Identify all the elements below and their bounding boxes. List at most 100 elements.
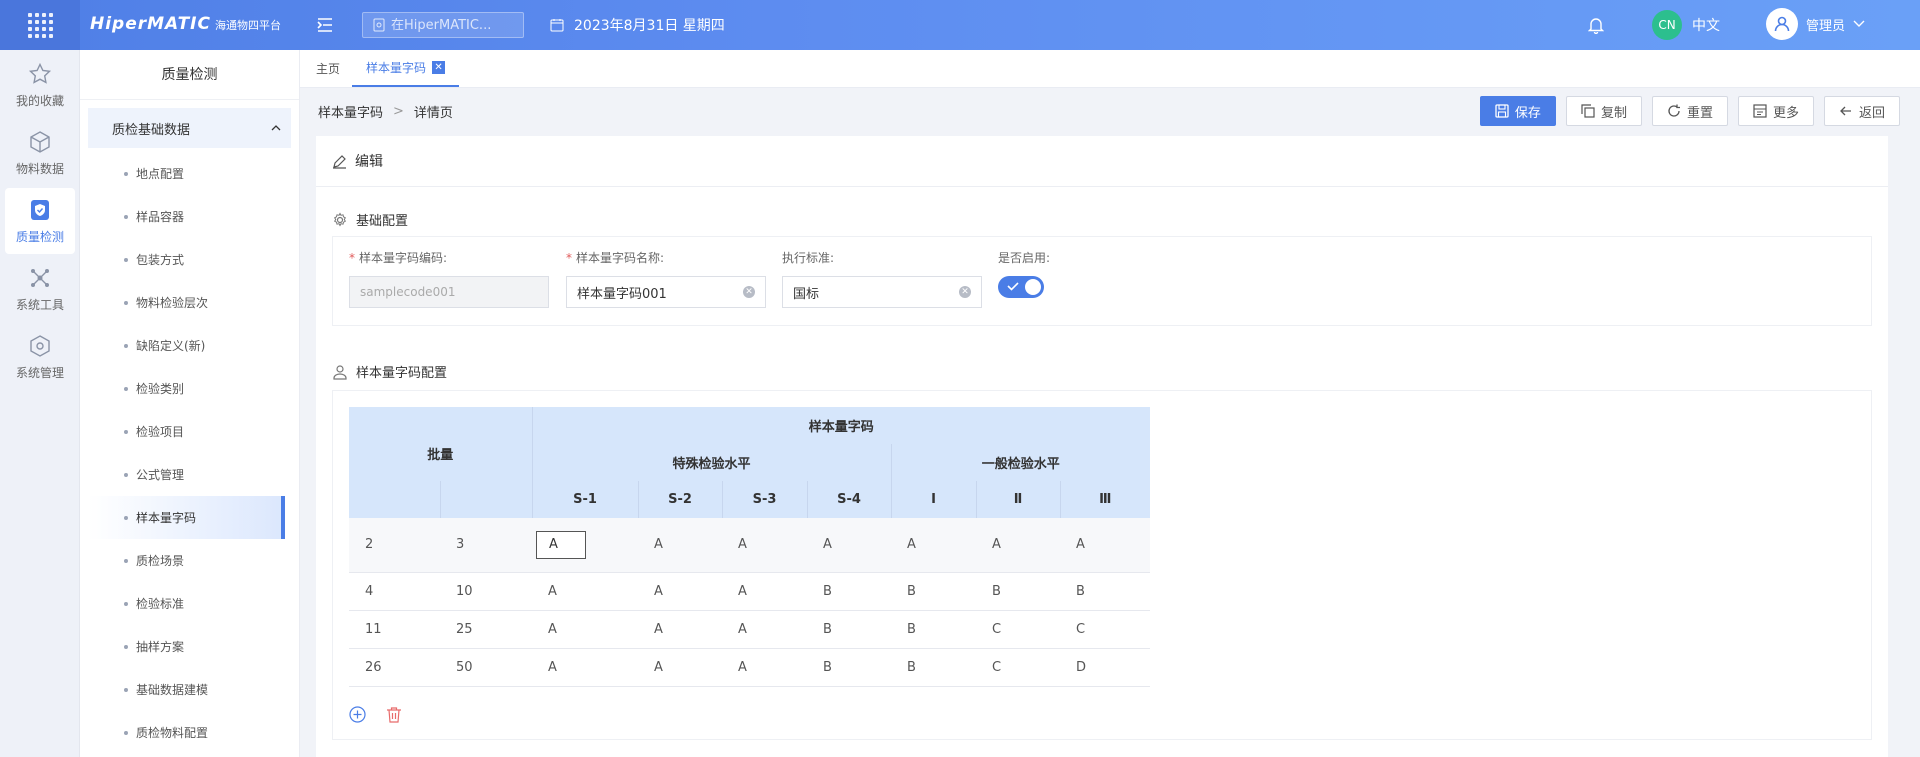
main-area: 主页 样本量字码 ✕ 样本量字码 > 详情页 保存 复制 重置 更多 返回 编辑… (300, 50, 1920, 757)
standard-input[interactable]: 国标 ✕ (782, 276, 982, 308)
logo-subtitle: 海通物四平台 (214, 19, 281, 32)
menu-item[interactable]: 缺陷定义(新) (80, 324, 285, 367)
refresh-icon (1668, 104, 1680, 117)
cell-editor[interactable]: A (536, 530, 586, 559)
breadcrumb-separator: > (393, 103, 404, 119)
table-row[interactable]: 11 25 A A A B B C C (349, 610, 1150, 649)
menu-item[interactable]: 检验标准 (80, 582, 285, 625)
calendar-icon (550, 19, 564, 32)
field-enabled: 是否启用: (998, 249, 1050, 298)
chevron-up-icon (271, 125, 281, 131)
menu-item[interactable]: 公式管理 (80, 453, 285, 496)
user-icon (333, 364, 347, 380)
date-text: 2023年8月31日 星期四 (574, 18, 725, 34)
rail-quality-inspection[interactable]: 质量检测 (5, 188, 75, 254)
rail-favorites[interactable]: 我的收藏 (5, 52, 75, 118)
chevron-down-icon (1853, 20, 1865, 27)
menu-toggle-icon[interactable] (316, 16, 334, 34)
nodes-icon (31, 268, 49, 287)
top-bar: HiperMATIC海通物四平台 2023年8月31日 星期四 CN 中文 管理… (0, 0, 1920, 50)
menu-item-active[interactable]: 样本量字码 (88, 496, 285, 539)
breadcrumb: 样本量字码 > 详情页 (318, 102, 453, 121)
breadcrumb-bar: 样本量字码 > 详情页 保存 复制 重置 更多 返回 (300, 88, 1920, 134)
menu-list: 地点配置 样品容器 包装方式 物料检验层次 缺陷定义(新) 检验类别 检验项目 … (80, 152, 299, 754)
action-toolbar: 保存 复制 重置 更多 返回 (1479, 96, 1900, 126)
user-menu[interactable]: 管理员 (1766, 8, 1865, 40)
search-input[interactable] (391, 17, 511, 33)
rail-label: 系统管理 (15, 365, 64, 380)
col-header: Ⅰ (890, 481, 976, 518)
breadcrumb-parent[interactable]: 样本量字码 (318, 102, 383, 121)
user-name: 管理员 (1806, 18, 1846, 34)
app-grid-button[interactable] (0, 0, 80, 50)
rail-system-tools[interactable]: 系统工具 (5, 256, 75, 322)
header-sample-code: 样本量字码 (531, 407, 1150, 444)
cube-gear-icon (30, 334, 50, 357)
grid-dots-icon (27, 12, 53, 38)
field-standard: 执行标准: 国标 ✕ (782, 249, 982, 308)
col-header: Ⅱ (975, 481, 1060, 518)
group-label: 质检基础数据 (112, 122, 191, 138)
tab-sample-code[interactable]: 样本量字码 ✕ (352, 49, 460, 87)
menu-item[interactable]: 物料检验层次 (80, 281, 285, 324)
more-button[interactable]: 更多 (1737, 96, 1814, 126)
enabled-toggle[interactable] (998, 276, 1044, 298)
header-special-level: 特殊检验水平 (531, 444, 891, 481)
menu-item[interactable]: 抽样方案 (80, 625, 285, 668)
sub-navigation: 质量检测 质检基础数据 地点配置 样品容器 包装方式 物料检验层次 缺陷定义(新… (80, 50, 300, 757)
field-code: * 样本量字码编码: samplecode001 (349, 249, 549, 308)
bell-icon[interactable] (1587, 16, 1605, 38)
logo-text: HiperMATIC (90, 14, 211, 34)
user-avatar-icon (1766, 8, 1798, 40)
sample-code-table: 批量 样本量字码 特殊检验水平 一般检验水平 S-1 S-2 S-3 S-4 Ⅰ… (349, 407, 1150, 687)
add-row-icon[interactable] (349, 706, 366, 723)
table-row[interactable]: 2 3 A A A A A A A (349, 518, 1150, 573)
rail-label: 系统工具 (15, 297, 64, 312)
field-name: * 样本量字码名称: 样本量字码001 ✕ (566, 249, 766, 308)
menu-item[interactable]: 样品容器 (80, 195, 285, 238)
edit-card: 编辑 基础配置 * 样本量字码编码: samplecode001 * 样本量字码名称… (316, 136, 1888, 757)
menu-item[interactable]: 质检场景 (80, 539, 285, 582)
basic-config-form: * 样本量字码编码: samplecode001 * 样本量字码名称: 样本量字码0… (332, 236, 1872, 326)
menu-item[interactable]: 地点配置 (80, 152, 285, 195)
col-header: S-3 (721, 481, 807, 518)
lang-label: 中文 (1692, 18, 1720, 34)
code-input: samplecode001 (349, 276, 549, 308)
subnav-title: 质量检测 (80, 50, 299, 100)
global-search[interactable] (362, 12, 524, 38)
table-row[interactable]: 4 10 A A A B B B B (349, 572, 1150, 611)
rail-system-admin[interactable]: 系统管理 (5, 324, 75, 390)
tab-close-icon[interactable]: ✕ (432, 60, 446, 74)
star-icon (28, 62, 52, 84)
clear-icon[interactable]: ✕ (743, 286, 755, 298)
page-tabs: 主页 样本量字码 ✕ (300, 50, 1920, 88)
table-row[interactable]: 26 50 A A A B B C D (349, 648, 1150, 687)
save-icon (1495, 104, 1509, 118)
menu-item[interactable]: 检验项目 (80, 410, 285, 453)
menu-item[interactable]: 检验类别 (80, 367, 285, 410)
card-header: 编辑 (316, 136, 1888, 187)
back-button[interactable]: 返回 (1823, 96, 1900, 126)
menu-item[interactable]: 包装方式 (80, 238, 285, 281)
name-input[interactable]: 样本量字码001 ✕ (566, 276, 766, 308)
menu-item[interactable]: 质检物料配置 (80, 711, 285, 754)
save-button[interactable]: 保存 (1479, 96, 1556, 126)
language-switch[interactable]: CN 中文 (1652, 10, 1720, 40)
rail-material-data[interactable]: 物料数据 (5, 120, 75, 186)
menu-group-basic-data[interactable]: 质检基础数据 (88, 108, 291, 148)
copy-button[interactable]: 复制 (1565, 96, 1642, 126)
header-batch: 批量 (349, 407, 532, 481)
col-header: S-1 (531, 481, 638, 518)
box-icon (30, 130, 50, 153)
clear-icon[interactable]: ✕ (959, 286, 971, 298)
lang-badge: CN (1652, 10, 1682, 40)
reset-button[interactable]: 重置 (1651, 96, 1728, 126)
card-title: 编辑 (355, 154, 383, 170)
col-header: S-2 (637, 481, 722, 518)
edit-icon (333, 154, 346, 169)
rail-label: 我的收藏 (15, 93, 64, 108)
rail-label: 质量检测 (15, 229, 64, 244)
delete-icon[interactable] (386, 706, 402, 723)
menu-item[interactable]: 基础数据建模 (80, 668, 285, 711)
tab-home[interactable]: 主页 (310, 49, 346, 87)
